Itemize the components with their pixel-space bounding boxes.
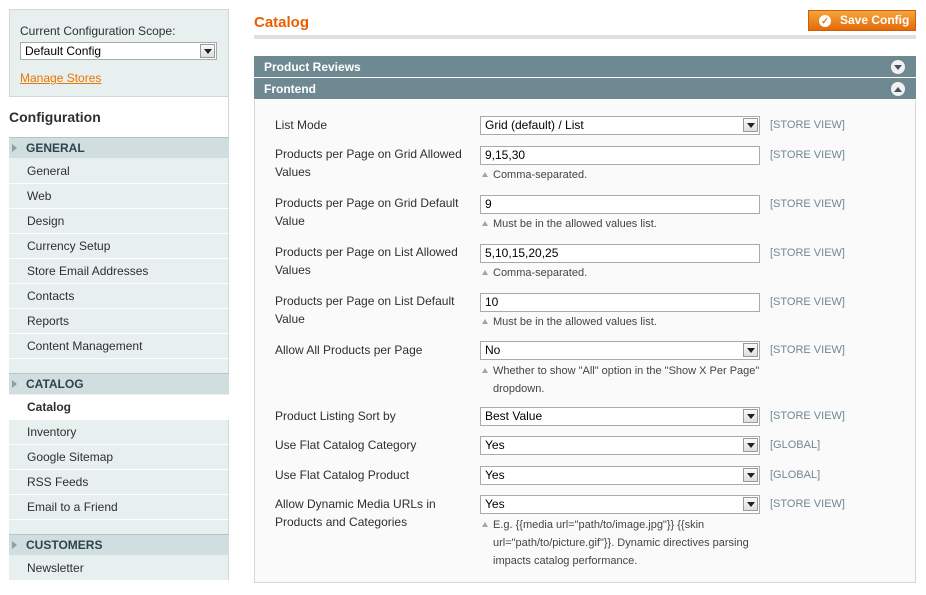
main-content: Catalog ✓ Save Config Product Reviews Fr…	[254, 9, 916, 583]
field-label: Products per Page on List Allowed Values	[275, 245, 458, 277]
select-value: No	[485, 343, 501, 357]
listing-sort-by-select[interactable]: Best Value	[480, 407, 760, 426]
flat-catalog-product-select[interactable]: Yes	[480, 466, 760, 485]
sidebar-item-inventory[interactable]: Inventory	[9, 420, 229, 445]
scope-tag: [GLOBAL]	[770, 469, 821, 481]
nav-spacer	[9, 520, 229, 534]
field-label: Use Flat Catalog Category	[275, 438, 417, 452]
frontend-fieldset: List Mode Grid (default) / List [STORE V…	[254, 100, 916, 583]
field-label: Product Listing Sort by	[275, 409, 396, 423]
select-value: Grid (default) / List	[485, 118, 584, 132]
grid-allowed-values-input[interactable]: 9,15,30	[480, 146, 760, 165]
select-value: Best Value	[485, 409, 543, 423]
field-label: Use Flat Catalog Product	[275, 468, 410, 482]
chevron-down-icon	[743, 118, 758, 132]
field-label: Allow Dynamic Media URLs in Products and…	[275, 497, 436, 529]
chevron-down-icon	[743, 468, 758, 482]
chevron-down-icon	[200, 44, 215, 58]
field-note: Whether to show "All" option in the "Sho…	[480, 362, 760, 398]
scope-tag: [STORE VIEW]	[770, 198, 845, 210]
sidebar-item-content-management[interactable]: Content Management	[9, 334, 229, 359]
dynamic-media-urls-select[interactable]: Yes	[480, 495, 760, 514]
section-title: Frontend	[264, 82, 316, 96]
field-label: Products per Page on Grid Allowed Values	[275, 147, 462, 179]
section-product-reviews[interactable]: Product Reviews	[254, 56, 916, 78]
scope-tag: [STORE VIEW]	[770, 149, 845, 161]
section-title: Product Reviews	[264, 60, 361, 74]
scope-switcher: Current Configuration Scope: Default Con…	[9, 9, 229, 97]
page-header: Catalog ✓ Save Config	[254, 9, 916, 39]
expand-icon	[891, 60, 905, 74]
scope-tag: [GLOBAL]	[770, 439, 821, 451]
collapse-icon	[891, 82, 905, 96]
chevron-down-icon	[743, 343, 758, 357]
save-config-button[interactable]: ✓ Save Config	[808, 10, 916, 31]
list-default-value-input[interactable]: 10	[480, 293, 760, 312]
field-note: Comma-separated.	[480, 264, 760, 282]
sidebar-item-catalog[interactable]: Catalog	[9, 395, 229, 420]
scope-tag: [STORE VIEW]	[770, 410, 845, 422]
sidebar-item-store-email-addresses[interactable]: Store Email Addresses	[9, 259, 229, 284]
scope-tag: [STORE VIEW]	[770, 296, 845, 308]
nav-spacer	[9, 359, 229, 373]
scope-tag: [STORE VIEW]	[770, 498, 845, 510]
manage-stores-link[interactable]: Manage Stores	[20, 71, 101, 85]
field-note: Must be in the allowed values list.	[480, 313, 760, 331]
scope-tag: [STORE VIEW]	[770, 344, 845, 356]
field-label: Products per Page on List Default Value	[275, 294, 455, 326]
grid-default-value-input[interactable]: 9	[480, 195, 760, 214]
sidebar-item-rss-feeds[interactable]: RSS Feeds	[9, 470, 229, 495]
chevron-down-icon	[743, 497, 758, 511]
field-note: E.g. {{media url="path/to/image.jpg"}} {…	[480, 516, 760, 570]
configuration-title: Configuration	[9, 97, 229, 137]
field-label: Allow All Products per Page	[275, 343, 423, 357]
chevron-down-icon	[743, 438, 758, 452]
sidebar-item-email-to-a-friend[interactable]: Email to a Friend	[9, 495, 229, 520]
sidebar-item-currency-setup[interactable]: Currency Setup	[9, 234, 229, 259]
sidebar: Current Configuration Scope: Default Con…	[9, 9, 229, 581]
field-note: Must be in the allowed values list.	[480, 215, 760, 233]
list-mode-select[interactable]: Grid (default) / List	[480, 116, 760, 135]
scope-tag: [STORE VIEW]	[770, 119, 845, 131]
scope-label: Current Configuration Scope:	[20, 24, 176, 38]
section-frontend[interactable]: Frontend	[254, 78, 916, 100]
save-config-label: Save Config	[840, 13, 910, 27]
select-value: Yes	[485, 468, 505, 482]
select-value: Yes	[485, 438, 505, 452]
sidebar-item-web[interactable]: Web	[9, 184, 229, 209]
select-value: Yes	[485, 497, 505, 511]
field-note: Comma-separated.	[480, 166, 760, 184]
sidebar-item-google-sitemap[interactable]: Google Sitemap	[9, 445, 229, 470]
sidebar-item-general[interactable]: General	[9, 159, 229, 184]
sidebar-item-design[interactable]: Design	[9, 209, 229, 234]
checkmark-icon: ✓	[819, 14, 831, 27]
nav-group-catalog[interactable]: CATALOG	[9, 373, 229, 395]
scope-select-value: Default Config	[25, 44, 102, 58]
sidebar-item-contacts[interactable]: Contacts	[9, 284, 229, 309]
field-label: Products per Page on Grid Default Value	[275, 196, 459, 228]
flat-catalog-category-select[interactable]: Yes	[480, 436, 760, 455]
sidebar-item-reports[interactable]: Reports	[9, 309, 229, 334]
nav-group-general[interactable]: GENERAL	[9, 137, 229, 159]
chevron-down-icon	[743, 409, 758, 423]
list-allowed-values-input[interactable]: 5,10,15,20,25	[480, 244, 760, 263]
field-label: List Mode	[275, 118, 328, 132]
nav-group-customers[interactable]: CUSTOMERS	[9, 534, 229, 556]
sidebar-item-newsletter[interactable]: Newsletter	[9, 556, 229, 581]
allow-all-products-select[interactable]: No	[480, 341, 760, 360]
scope-tag: [STORE VIEW]	[770, 247, 845, 259]
scope-select[interactable]: Default Config	[20, 42, 217, 60]
